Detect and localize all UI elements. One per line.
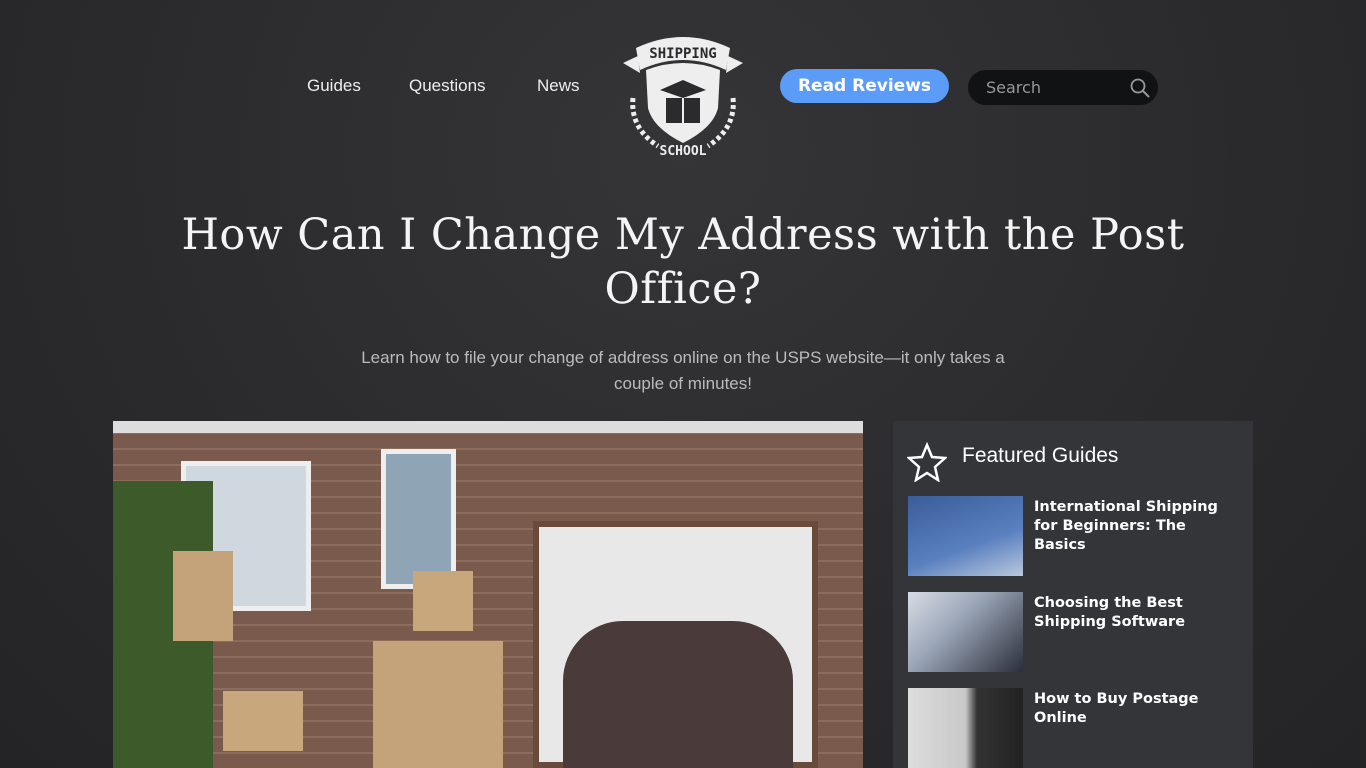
nav-news[interactable]: News	[537, 76, 580, 96]
page-subtitle: Learn how to file your change of address…	[361, 348, 1005, 393]
guide-title: Choosing the Best Shipping Software	[1034, 595, 1186, 630]
hero-image	[113, 421, 863, 768]
featured-guide-item[interactable]: Choosing the Best Shipping Software	[908, 592, 1238, 672]
search-box[interactable]	[968, 70, 1158, 105]
guide-title: International Shipping for Beginners: Th…	[1034, 499, 1218, 553]
search-icon[interactable]	[1130, 78, 1150, 98]
guide-thumbnail	[908, 592, 1023, 672]
guide-title: How to Buy Postage Online	[1034, 691, 1199, 726]
svg-text:SHIPPING: SHIPPING	[649, 46, 716, 62]
featured-guides-title: Featured Guides	[962, 444, 1119, 467]
search-input[interactable]	[986, 70, 1126, 105]
star-icon	[907, 442, 947, 482]
nav-guides[interactable]: Guides	[307, 76, 361, 96]
guide-thumbnail	[908, 688, 1023, 768]
featured-guide-item[interactable]: International Shipping for Beginners: Th…	[908, 496, 1238, 576]
featured-guides-panel: Featured Guides International Shipping f…	[893, 421, 1253, 768]
svg-text:SCHOOL: SCHOOL	[660, 144, 707, 159]
shipping-school-logo[interactable]: SHIPPING SCHOOL	[618, 28, 748, 160]
guide-thumbnail	[908, 496, 1023, 576]
nav-questions[interactable]: Questions	[409, 76, 486, 96]
read-reviews-button[interactable]: Read Reviews	[780, 69, 949, 103]
featured-guide-item[interactable]: How to Buy Postage Online	[908, 688, 1238, 768]
page-title: How Can I Change My Address with the Pos…	[181, 210, 1185, 314]
